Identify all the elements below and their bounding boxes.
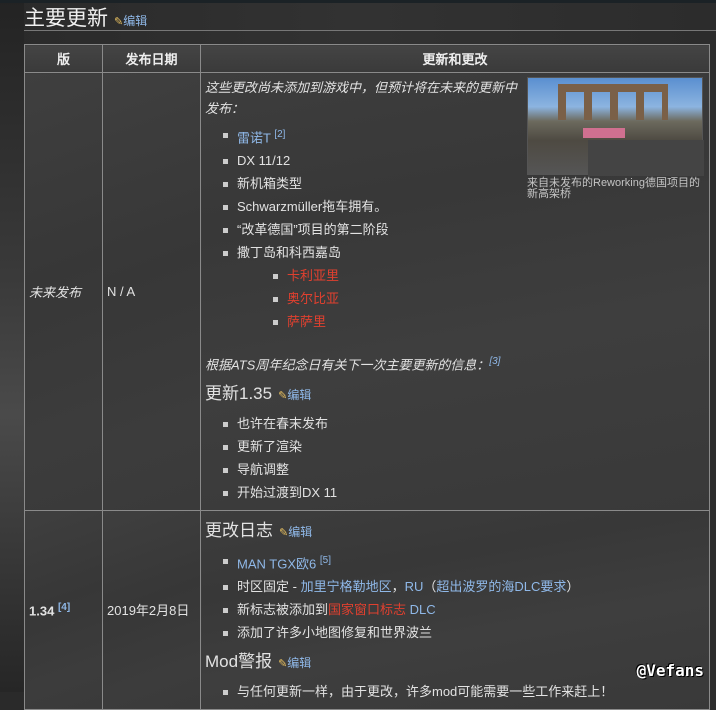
edit-label: 编辑 <box>287 387 312 402</box>
ru-link[interactable]: RU <box>405 579 424 594</box>
renault-t-link[interactable]: 雷诺T <box>237 130 271 145</box>
pencil-icon: ✎ <box>278 657 288 670</box>
intro-text: 这些更改尚未添加到游戏中，但预计将在未来的更新中发布： <box>205 80 518 116</box>
list-item: 添加了许多小地图修复和世界波兰 <box>219 621 705 644</box>
ref-link[interactable]: [5] <box>320 555 331 566</box>
subheading: Mod警报 ✎编辑 <box>205 650 705 676</box>
city-link[interactable]: 萨萨里 <box>287 314 326 329</box>
changes-cell: 来自未发布的Reworking德国项目的新高架桥 这些更改尚未添加到游戏中，但预… <box>200 72 710 511</box>
edit-link[interactable]: ✎编辑 <box>279 525 312 539</box>
list-item: 导航调整 <box>219 458 705 481</box>
version-cell: 未来发布 <box>24 72 103 511</box>
edit-link[interactable]: ✎编辑 <box>114 14 147 28</box>
text: 新标志被添加到 <box>237 601 329 617</box>
subheading-title: 更新1.35 <box>205 383 273 403</box>
ref-link[interactable]: [2] <box>274 129 285 140</box>
header-date: 发布日期 <box>102 44 201 73</box>
dlc-link[interactable]: DLC <box>406 602 436 617</box>
update-list: 也许在春末发布 更新了渲染 导航调整 开始过渡到DX 11 <box>219 412 705 504</box>
note-text: 根据ATS周年纪念日有关下一次主要更新的信息：[3] <box>205 351 705 375</box>
baltic-dlc-link[interactable]: 超出波罗的海DLC要求 <box>436 579 566 594</box>
kaliningrad-link[interactable]: 加里宁格勒地区 <box>301 579 392 594</box>
divider <box>24 30 716 31</box>
list-item: Schwarzmüller拖车拥有。 <box>219 195 705 218</box>
edit-label: 编辑 <box>123 14 148 28</box>
list-item: 撒丁岛和科西嘉岛 卡利亚里 奥尔比亚 萨萨里 <box>219 241 705 333</box>
section-heading: 主要更新 ✎编辑 <box>24 2 147 32</box>
edit-label: 编辑 <box>287 655 312 670</box>
list-item: 与任何更新一样，由于更改，许多mod可能需要一些工作来赶上！ <box>219 680 705 703</box>
edit-link[interactable]: ✎编辑 <box>278 656 311 670</box>
list-item: 奥尔比亚 <box>269 287 705 310</box>
city-link[interactable]: 奥尔比亚 <box>287 291 339 306</box>
flags-link[interactable]: 国家窗口标志 <box>328 602 406 617</box>
updates-table: 版 发布日期 更新和更改 未来发布 N / A 来自未发布的Reworking德… <box>24 44 710 710</box>
item-text: 撒丁岛和科西嘉岛 <box>237 245 342 261</box>
pencil-icon: ✎ <box>278 389 288 402</box>
date-cell: 2019年2月8日 <box>102 509 201 710</box>
version-label: 1.34 <box>29 602 55 618</box>
table-header: 版 发布日期 更新和更改 <box>24 44 710 73</box>
edit-label: 编辑 <box>288 524 313 539</box>
subheading-title: 更改日志 <box>205 520 273 540</box>
list-item: 萨萨里 <box>269 310 705 333</box>
header-version: 版 <box>24 44 103 73</box>
version-cell: 1.34 [4] <box>24 509 103 710</box>
list-item: DX 11/12 <box>219 149 705 172</box>
text: 时区固定 - <box>237 578 301 594</box>
pencil-icon: ✎ <box>279 526 289 539</box>
text: ） <box>566 578 580 594</box>
text: （ <box>423 578 437 594</box>
note-label: 根据ATS周年纪念日有关下一次主要更新的信息： <box>205 357 490 373</box>
list-item: “改革德国”项目的第二阶段 <box>219 218 705 241</box>
ref-link[interactable]: [3] <box>489 356 500 367</box>
list-item: 开始过渡到DX 11 <box>219 481 705 504</box>
list-item: MAN TGX欧6 [5] <box>219 549 705 575</box>
table-row: 1.34 [4] 2019年2月8日 更改日志 ✎编辑 MAN TGX欧6 [5]… <box>24 509 710 710</box>
list-item: 时区固定 - 加里宁格勒地区，RU（超出波罗的海DLC要求） <box>219 575 705 598</box>
city-link[interactable]: 卡利亚里 <box>287 268 339 283</box>
subheading: 更改日志 ✎编辑 <box>205 519 705 545</box>
man-tgx-link[interactable]: MAN TGX欧6 <box>237 556 316 571</box>
city-list: 卡利亚里 奥尔比亚 萨萨里 <box>269 264 705 333</box>
list-item: 更新了渲染 <box>219 435 705 458</box>
list-item: 雷诺T [2] <box>219 123 705 149</box>
future-list: 雷诺T [2] DX 11/12 新机箱类型 Schwarzmüller拖车拥有… <box>219 123 705 333</box>
text: ， <box>391 578 405 594</box>
mod-list: 与任何更新一样，由于更改，许多mod可能需要一些工作来赶上！ <box>219 680 705 703</box>
watermark: @Vefans <box>636 661 704 680</box>
list-item: 卡利亚里 <box>269 264 705 287</box>
table-row: 未来发布 N / A 来自未发布的Reworking德国项目的新高架桥 这些更改… <box>24 72 710 511</box>
header-changes: 更新和更改 <box>200 44 710 73</box>
subheading-title: Mod警报 <box>205 651 273 671</box>
list-item: 新标志被添加到国家窗口标志 DLC <box>219 598 705 621</box>
section-title: 主要更新 <box>24 7 108 30</box>
subheading: 更新1.35 ✎编辑 <box>205 382 705 408</box>
ref-link[interactable]: [4] <box>58 602 70 613</box>
list-item: 也许在春末发布 <box>219 412 705 435</box>
date-cell: N / A <box>102 72 201 511</box>
list-item: 新机箱类型 <box>219 172 705 195</box>
pencil-icon: ✎ <box>114 16 124 28</box>
edit-link[interactable]: ✎编辑 <box>278 388 311 402</box>
changelog-list: MAN TGX欧6 [5] 时区固定 - 加里宁格勒地区，RU（超出波罗的海DL… <box>219 549 705 644</box>
background <box>0 0 24 692</box>
changes-cell: 更改日志 ✎编辑 MAN TGX欧6 [5] 时区固定 - 加里宁格勒地区，RU（… <box>200 509 710 710</box>
